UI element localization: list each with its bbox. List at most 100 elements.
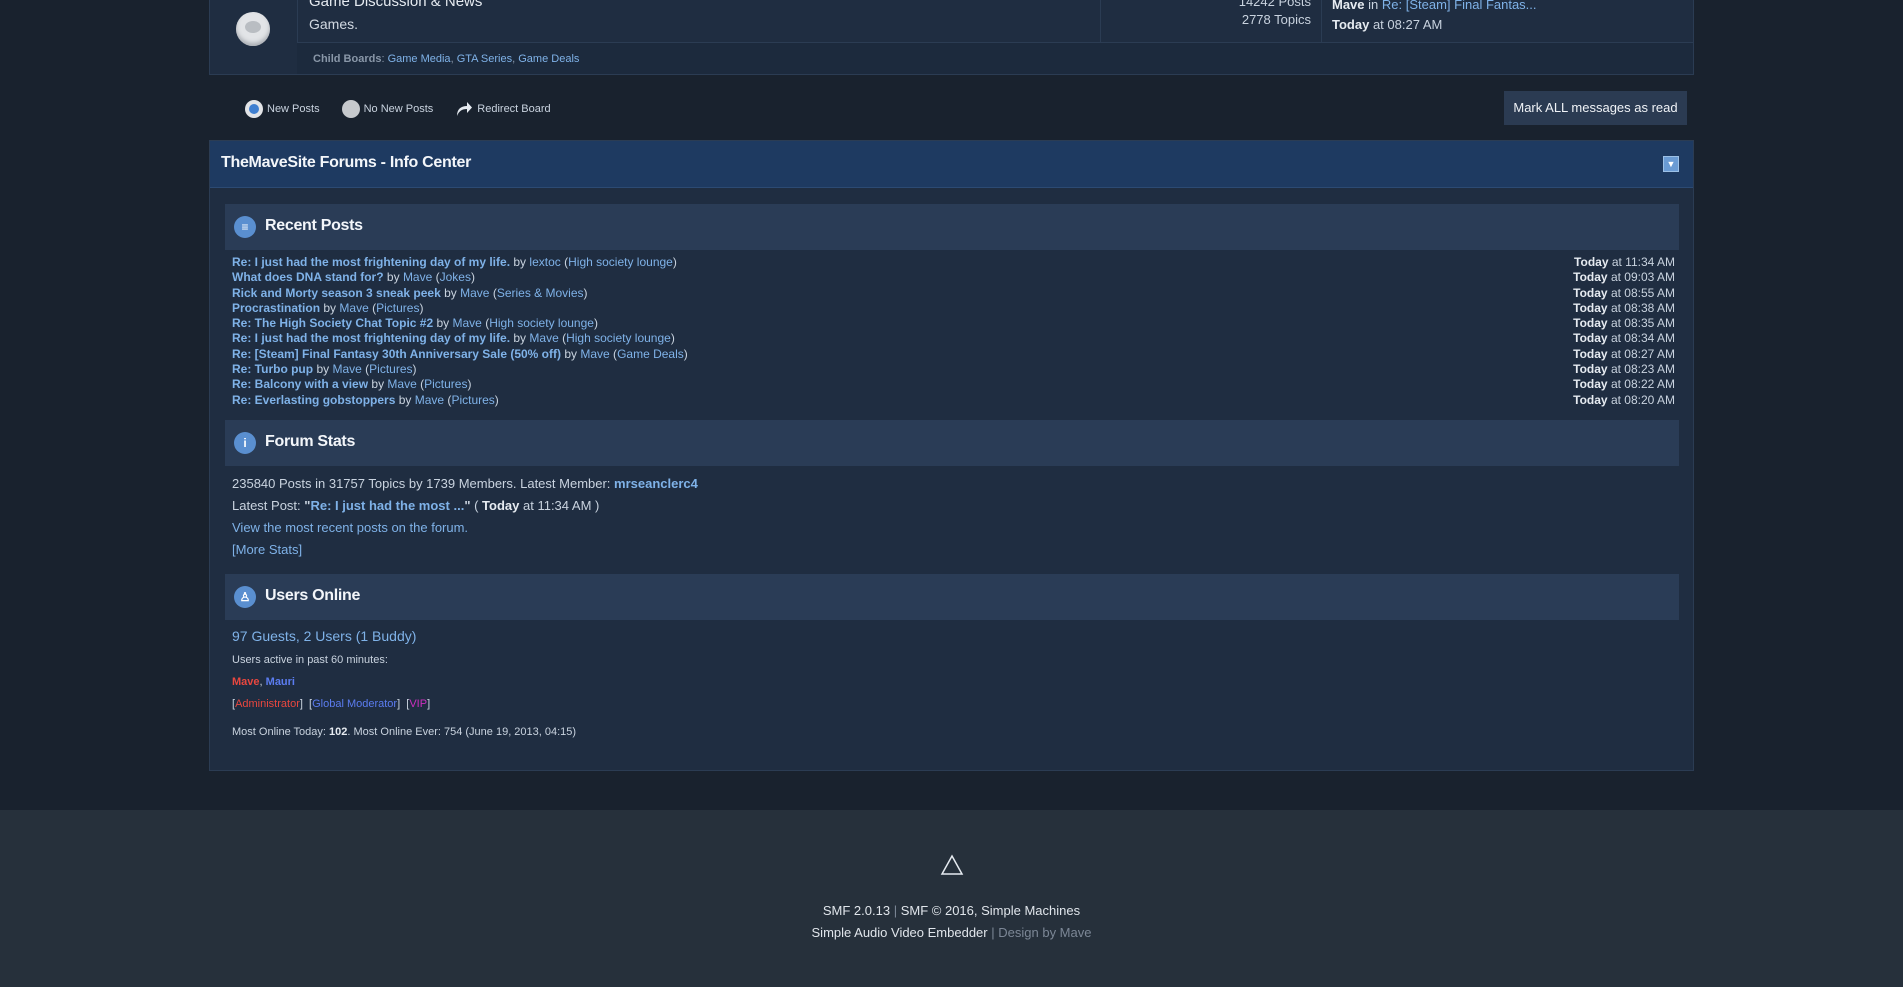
latest-post-link[interactable]: Re: I just had the most ... bbox=[310, 498, 464, 513]
legend-no-new-posts: No New Posts bbox=[341, 100, 434, 118]
recent-post-row: Re: Balcony with a view by Mave (Picture… bbox=[232, 377, 1675, 392]
recent-post-user-link[interactable]: Mave bbox=[415, 393, 444, 407]
info-center-header: TheMaveSite Forums - Info Center ▼ bbox=[210, 141, 1693, 188]
new-posts-icon bbox=[245, 100, 263, 118]
recent-post-row: Re: I just had the most frightening day … bbox=[232, 255, 1675, 269]
recent-post-topic-link[interactable]: Re: I just had the most frightening day … bbox=[232, 331, 510, 345]
recent-post-row: Re: I just had the most frightening day … bbox=[232, 331, 1675, 346]
last-post-user[interactable]: Mave bbox=[1332, 0, 1365, 12]
recent-post-board-link[interactable]: Pictures bbox=[369, 362, 412, 376]
view-recent-link[interactable]: View the most recent posts on the forum. bbox=[232, 520, 468, 535]
legend-redirect: Redirect Board bbox=[455, 101, 551, 117]
recent-post-user-link[interactable]: Mave bbox=[460, 286, 489, 300]
recent-post-user-link[interactable]: Mave bbox=[453, 316, 482, 330]
recent-post-time: at 08:38 AM bbox=[1610, 300, 1675, 315]
last-post-time: at 08:27 AM bbox=[1372, 17, 1443, 32]
group-gm-link[interactable]: Global Moderator bbox=[312, 698, 397, 710]
recent-post-date: Today at 08:35 AM bbox=[1573, 316, 1675, 331]
recent-post-by: by bbox=[564, 346, 578, 361]
recent-post-time: at 09:03 AM bbox=[1610, 270, 1675, 285]
recent-post-date: Today at 08:23 AM bbox=[1573, 362, 1675, 377]
board-row: Game Discussion & News Games. 14242 Post… bbox=[209, 0, 1694, 75]
recent-post-day: Today bbox=[1573, 377, 1608, 392]
legend-new-posts: New Posts bbox=[245, 100, 320, 118]
stats-icon: i bbox=[234, 432, 256, 454]
recent-post-user-link[interactable]: Mave bbox=[403, 270, 432, 284]
recent-post-time: at 08:34 AM bbox=[1610, 331, 1675, 346]
board-title-link[interactable]: Game Discussion & News bbox=[309, 0, 482, 10]
recent-post-topic-link[interactable]: Re: The High Society Chat Topic #2 bbox=[232, 316, 433, 330]
recent-post-by: by bbox=[513, 255, 527, 269]
forum-stats-header: i Forum Stats bbox=[225, 420, 1679, 466]
users-online-summary-link[interactable]: 97 Guests, 2 Users (1 Buddy) bbox=[232, 628, 416, 644]
recent-post-board-link[interactable]: Pictures bbox=[376, 301, 419, 315]
latest-post-label: Latest Post: bbox=[232, 498, 301, 513]
legend-redirect-label: Redirect Board bbox=[477, 103, 551, 115]
recent-post-topic-link[interactable]: Re: I just had the most frightening day … bbox=[232, 255, 510, 269]
recent-post-topic-link[interactable]: Re: Balcony with a view bbox=[232, 377, 368, 391]
info-center-title: TheMaveSite Forums - Info Center bbox=[221, 154, 471, 171]
recent-posts-icon: ≡ bbox=[234, 216, 256, 238]
recent-post-day: Today bbox=[1573, 331, 1608, 346]
recent-post-by: by bbox=[513, 331, 527, 346]
board-posts: 14242 Posts bbox=[1238, 0, 1311, 9]
recent-post-user-link[interactable]: Mave bbox=[580, 347, 609, 361]
redirect-arrow-icon bbox=[457, 102, 473, 116]
group-vip-link[interactable]: VIP bbox=[409, 698, 427, 710]
child-board-link[interactable]: Game Media bbox=[388, 53, 451, 65]
recent-post-board-link[interactable]: High society lounge bbox=[489, 316, 594, 330]
recent-post-board-link[interactable]: High society lounge bbox=[566, 331, 671, 345]
group-admin-link[interactable]: Administrator bbox=[235, 698, 300, 710]
recent-post-day: Today bbox=[1573, 392, 1608, 407]
recent-post-topic-link[interactable]: Re: [Steam] Final Fantasy 30th Anniversa… bbox=[232, 347, 561, 361]
last-post-in: in bbox=[1368, 0, 1379, 12]
recent-post-board-link[interactable]: High society lounge bbox=[568, 255, 673, 269]
recent-post-board-link[interactable]: Jokes bbox=[440, 270, 471, 284]
forum-stats-title: Forum Stats bbox=[265, 433, 356, 450]
users-online-header: ♙ Users Online bbox=[225, 574, 1679, 620]
legend-no-new-posts-label: No New Posts bbox=[363, 103, 434, 115]
board-topics: 2778 Topics bbox=[1241, 12, 1311, 27]
latest-post-day: Today bbox=[482, 498, 520, 513]
save-link[interactable]: Simple Audio Video Embedder bbox=[812, 925, 988, 940]
recent-post-user-link[interactable]: Mave bbox=[387, 377, 416, 391]
online-user-link[interactable]: Mauri bbox=[266, 676, 295, 688]
back-to-top-icon[interactable] bbox=[940, 854, 964, 876]
board-stats: 14242 Posts 2778 Topics bbox=[1100, 0, 1322, 42]
collapse-toggle-icon[interactable]: ▼ bbox=[1663, 156, 1679, 172]
most-online: Most Online Today: 102. Most Online Ever… bbox=[232, 726, 576, 738]
recent-post-topic-link[interactable]: What does DNA stand for? bbox=[232, 270, 384, 284]
recent-post-topic-link[interactable]: Re: Everlasting gobstoppers bbox=[232, 393, 395, 407]
recent-post-topic-link[interactable]: Rick and Morty season 3 sneak peek bbox=[232, 286, 441, 300]
child-boards: Child Boards: Game Media, GTA Series, Ga… bbox=[297, 42, 1693, 74]
no-new-posts-icon bbox=[236, 12, 270, 46]
recent-post-day: Today bbox=[1573, 316, 1608, 331]
recent-post-board-link[interactable]: Game Deals bbox=[617, 347, 684, 361]
latest-member-link[interactable]: mrseanclerc4 bbox=[614, 476, 698, 491]
recent-post-user-link[interactable]: Mave bbox=[529, 331, 558, 345]
smf-version-link[interactable]: SMF 2.0.13 bbox=[823, 903, 890, 918]
users-online-title: Users Online bbox=[265, 587, 361, 604]
child-board-link[interactable]: Game Deals bbox=[518, 53, 579, 65]
recent-post-user-link[interactable]: Mave bbox=[332, 362, 361, 376]
most-today-value: 102 bbox=[329, 726, 348, 738]
smf-copyright-link[interactable]: SMF © 2016, bbox=[901, 903, 978, 918]
recent-post-user-link[interactable]: Mave bbox=[339, 301, 368, 315]
mark-all-read-button[interactable]: Mark ALL messages as read bbox=[1504, 91, 1687, 125]
child-board-link[interactable]: GTA Series bbox=[457, 53, 512, 65]
stats-summary: 235840 Posts in 31757 Topics by 1739 Mem… bbox=[232, 476, 611, 491]
simple-machines-link[interactable]: Simple Machines bbox=[981, 903, 1080, 918]
latest-post-time: at 11:34 AM bbox=[523, 498, 592, 513]
recent-post-user-link[interactable]: lextoc bbox=[529, 255, 560, 269]
recent-post-board-link[interactable]: Pictures bbox=[451, 393, 494, 407]
recent-post-topic-link[interactable]: Re: Turbo pup bbox=[232, 362, 313, 376]
online-user-link[interactable]: Mave bbox=[232, 676, 260, 688]
recent-post-board-link[interactable]: Pictures bbox=[424, 377, 467, 391]
recent-post-topic-link[interactable]: Procrastination bbox=[232, 301, 320, 315]
recent-post-by: by bbox=[436, 316, 450, 331]
recent-post-board-link[interactable]: Series & Movies bbox=[497, 286, 584, 300]
child-boards-label: Child Boards bbox=[313, 53, 382, 65]
membergroup-legend: [Administrator] [Global Moderator] [VIP] bbox=[232, 698, 431, 710]
more-stats-link[interactable]: [More Stats] bbox=[232, 542, 302, 557]
last-post-topic-link[interactable]: Re: [Steam] Final Fantas... bbox=[1382, 0, 1537, 12]
